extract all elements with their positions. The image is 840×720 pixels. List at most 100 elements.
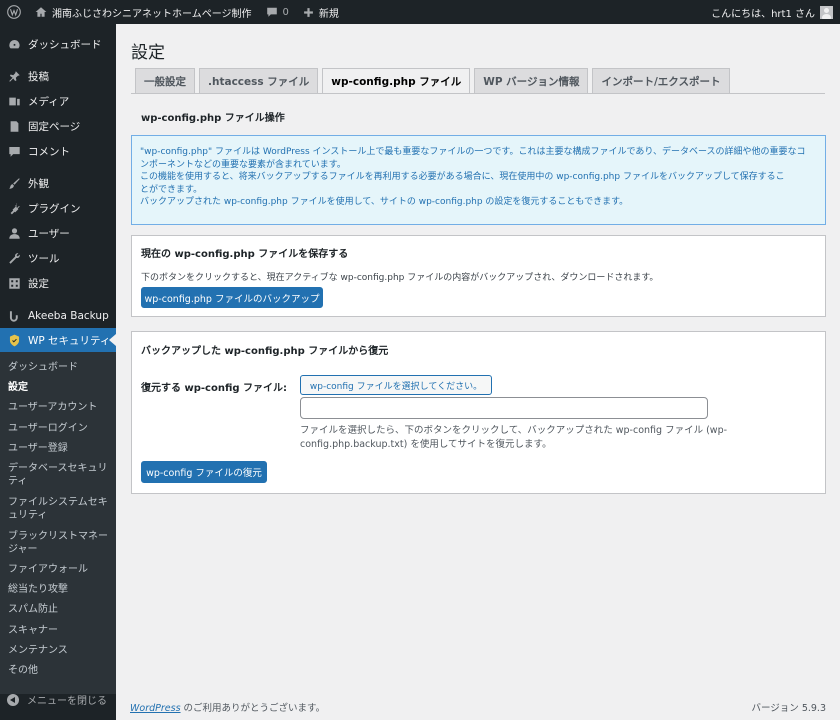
menu-wp-security[interactable]: WP セキュリティ	[0, 328, 116, 352]
info-line: バックアップされた wp-config.php ファイルを使用して、サイトの w…	[140, 197, 629, 207]
wordpress-logo-icon	[7, 5, 21, 19]
menu-dashboard[interactable]: ダッシュボード	[0, 32, 116, 56]
tab-import-export[interactable]: インポート/エクスポート	[592, 68, 730, 93]
info-line: "wp-config.php" ファイルは WordPress インストール上で…	[140, 147, 806, 157]
menu-label: プラグイン	[28, 202, 81, 215]
dashboard-icon	[7, 37, 21, 51]
plus-icon	[303, 7, 313, 17]
menu-label: ユーザー	[28, 227, 70, 240]
restore-description: ファイルを選択したら、下のボタンをクリックして、バックアップされた wp-con…	[300, 425, 728, 450]
user-icon	[7, 226, 21, 240]
submenu-maintenance[interactable]: メンテナンス	[0, 644, 116, 657]
panel-description: 下のボタンをクリックすると、現在アクティブな wp-config.php ファイ…	[141, 273, 659, 283]
menu-posts[interactable]: 投稿	[0, 64, 116, 88]
submenu-settings[interactable]: 設定	[0, 381, 116, 394]
menu-appearance[interactable]: 外観	[0, 171, 116, 195]
menu-label: メディア	[28, 95, 70, 108]
media-icon	[7, 94, 21, 108]
submenu-firewall[interactable]: ファイアウォール	[0, 563, 116, 576]
save-config-panel: 現在の wp-config.php ファイルを保存する 下のボタンをクリックする…	[131, 235, 826, 317]
menu-comments[interactable]: コメント	[0, 139, 116, 163]
shield-icon	[7, 333, 21, 347]
wordpress-link[interactable]: WordPress	[130, 703, 181, 714]
menu-label: 設定	[28, 277, 49, 290]
select-config-file-button[interactable]: wp-config ファイルを選択してください。	[300, 375, 492, 395]
panel-title: 現在の wp-config.php ファイルを保存する	[141, 249, 349, 260]
tab-wp-config[interactable]: wp-config.php ファイル	[322, 68, 471, 94]
tab-general-settings[interactable]: 一般設定	[135, 68, 195, 93]
tab-divider	[131, 93, 825, 94]
menu-label: WP セキュリティ	[28, 334, 111, 347]
site-name: 湘南ふじさわシニアネットホームページ制作	[52, 8, 252, 20]
settings-icon	[7, 276, 21, 290]
panel-title: バックアップした wp-config.php ファイルから復元	[141, 346, 389, 357]
new-label: 新規	[318, 8, 339, 20]
info-line: とができます。	[140, 184, 203, 195]
menu-users[interactable]: ユーザー	[0, 221, 116, 245]
menu-label: Akeeba Backup	[28, 310, 109, 322]
plugin-icon	[7, 201, 21, 215]
menu-label: 外観	[28, 177, 49, 190]
collapse-label: メニューを閉じる	[27, 696, 107, 707]
page-title: 設定	[131, 43, 165, 63]
greeting: こんにちは、hrt1 さん	[711, 8, 815, 20]
menu-tools[interactable]: ツール	[0, 246, 116, 270]
backup-config-button[interactable]: wp-config.php ファイルのバックアップ	[141, 287, 323, 308]
menu-label: コメント	[28, 145, 70, 158]
submenu-user-login[interactable]: ユーザーログイン	[0, 422, 116, 435]
wp-security-submenu: ダッシュボード 設定 ユーザーアカウント ユーザーログイン ユーザー登録 データ…	[0, 352, 116, 694]
info-line: ンポーネントなどの重要な要素が含まれています。	[140, 159, 346, 170]
restore-config-button[interactable]: wp-config ファイルの復元	[141, 461, 267, 483]
comment-icon	[7, 144, 21, 158]
page-icon	[7, 119, 21, 133]
home-icon	[35, 7, 47, 17]
submenu-database-security[interactable]: データベースセキュリティ	[0, 462, 116, 488]
info-line: この機能を使用すると、将来バックアップするファイルを再利用する必要がある場合に、…	[140, 172, 785, 182]
menu-plugins[interactable]: プラグイン	[0, 196, 116, 220]
restore-file-label: 復元する wp-config ファイル:	[141, 383, 287, 394]
brush-icon	[7, 176, 21, 190]
submenu-user-accounts[interactable]: ユーザーアカウント	[0, 401, 116, 414]
config-file-path-input[interactable]	[300, 397, 708, 419]
menu-media[interactable]: メディア	[0, 89, 116, 113]
comments-count: 0	[282, 6, 289, 18]
admin-sidebar: ダッシュボード 投稿 メディア 固定ページ コメント 外観 プラグイン ユーザー…	[0, 24, 116, 720]
submenu-user-registration[interactable]: ユーザー登録	[0, 442, 116, 455]
menu-label: 投稿	[28, 70, 49, 83]
wrench-icon	[7, 251, 21, 265]
akeeba-icon	[7, 309, 21, 323]
section-title: wp-config.php ファイル操作	[141, 113, 285, 124]
info-box: "wp-config.php" ファイルは WordPress インストール上で…	[131, 135, 826, 225]
pin-icon	[7, 69, 21, 83]
restore-config-panel: バックアップした wp-config.php ファイルから復元 復元する wp-…	[131, 331, 826, 494]
footer-thanks: WordPress のご利用ありがとうございます。	[130, 700, 325, 714]
menu-pages[interactable]: 固定ページ	[0, 114, 116, 138]
main-content: 設定 一般設定 .htaccess ファイル wp-config.php ファイ…	[116, 24, 840, 720]
submenu-dashboard[interactable]: ダッシュボード	[0, 361, 116, 374]
wp-logo-menu[interactable]	[0, 0, 28, 24]
avatar-icon	[820, 5, 833, 19]
submenu-spam-prevention[interactable]: スパム防止	[0, 603, 116, 616]
footer-version: バージョン 5.9.3	[751, 703, 826, 714]
menu-label: ダッシュボード	[28, 38, 102, 51]
comment-icon	[266, 7, 277, 17]
menu-akeeba-backup[interactable]: Akeeba Backup	[0, 304, 116, 328]
tab-wp-version-info[interactable]: WP バージョン情報	[474, 68, 589, 93]
admin-bar: 湘南ふじさわシニアネットホームページ制作 0 新規 こんにちは、hrt1 さん	[0, 0, 840, 24]
collapse-arrow-icon	[7, 693, 19, 706]
my-account-menu[interactable]: こんにちは、hrt1 さん	[704, 0, 840, 24]
collapse-menu-button[interactable]: メニューを閉じる	[7, 692, 107, 707]
footer-thanks-text: のご利用ありがとうございます。	[180, 703, 326, 714]
settings-tabs: 一般設定 .htaccess ファイル wp-config.php ファイル W…	[135, 68, 734, 94]
site-name-menu[interactable]: 湘南ふじさわシニアネットホームページ制作	[28, 0, 259, 24]
menu-settings[interactable]: 設定	[0, 271, 116, 295]
submenu-brute-force[interactable]: 総当たり攻撃	[0, 583, 116, 596]
submenu-blacklist-manager[interactable]: ブラックリストマネージャー	[0, 530, 116, 556]
tab-htaccess[interactable]: .htaccess ファイル	[199, 68, 319, 93]
new-content-menu[interactable]: 新規	[296, 0, 346, 24]
menu-label: ツール	[28, 252, 60, 265]
submenu-filesystem-security[interactable]: ファイルシステムセキュリティ	[0, 496, 116, 522]
comments-menu[interactable]: 0	[259, 0, 296, 24]
submenu-miscellaneous[interactable]: その他	[0, 664, 116, 677]
submenu-scanner[interactable]: スキャナー	[0, 624, 116, 637]
